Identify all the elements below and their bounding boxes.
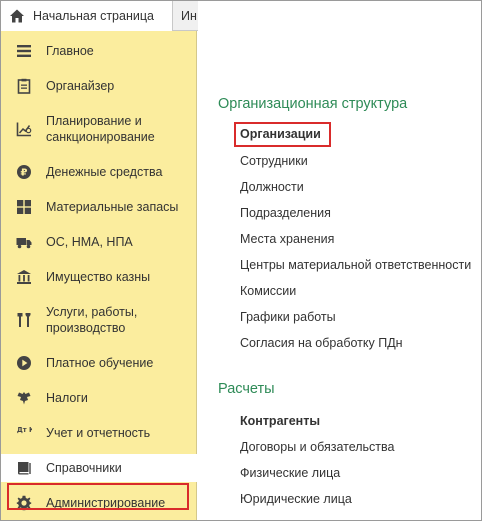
building-icon	[15, 268, 33, 286]
menu-lines-icon	[15, 42, 33, 60]
section-title-org-structure: Организационная структура	[218, 96, 408, 112]
tools-icon	[15, 311, 33, 329]
truck-icon	[15, 233, 33, 251]
sidebar-item-label: Органайзер	[46, 79, 115, 93]
dt-kt-icon: Дт Кт	[15, 424, 33, 442]
gear-icon	[15, 494, 33, 512]
link-departments[interactable]: Подразделения	[240, 206, 331, 220]
book-icon	[15, 459, 33, 477]
link-work-schedules[interactable]: Графики работы	[240, 310, 336, 324]
sidebar-item-label: Платное обучение	[46, 356, 154, 370]
clipboard-icon	[15, 77, 33, 95]
sidebar-item-organizer[interactable]: Органайзер	[1, 74, 197, 98]
sidebar-item-label: Главное	[46, 44, 94, 58]
link-legal-entities[interactable]: Юридические лица	[240, 492, 352, 506]
content-panel: Организационная структура Организации Со…	[198, 1, 481, 520]
sidebar-item-label: Налоги	[46, 391, 88, 405]
sidebar-item-main[interactable]: Главное	[1, 39, 197, 63]
sidebar-item-accounting[interactable]: Дт Кт Учет и отчетность	[1, 421, 197, 445]
organizations-highlight	[234, 122, 331, 147]
link-counterparties[interactable]: Контрагенты	[240, 414, 320, 428]
sidebar-item-label: Учет и отчетность	[46, 426, 151, 440]
svg-text:Дт Кт: Дт Кт	[17, 426, 32, 434]
chart-growth-icon	[15, 120, 33, 138]
link-storage-places[interactable]: Места хранения	[240, 232, 334, 246]
sidebar-item-fixed-assets[interactable]: ОС, НМА, НПА	[1, 230, 197, 254]
app-window: Начальная страница Ин Главное Органайзер…	[0, 0, 482, 521]
link-pd-consents[interactable]: Согласия на обработку ПДн	[240, 336, 403, 350]
grid-icon	[15, 198, 33, 216]
sidebar-item-directories[interactable]: Справочники	[1, 454, 197, 482]
sidebar-item-label: Планирование и санкционирование	[46, 114, 155, 144]
sidebar-item-label: Денежные средства	[46, 165, 163, 179]
sidebar-item-paid-education[interactable]: Платное обучение	[1, 351, 197, 375]
sidebar-item-treasury[interactable]: Имущество казны	[1, 265, 197, 289]
tab-home[interactable]: Начальная страница	[1, 1, 173, 31]
tab-bar: Начальная страница Ин	[1, 1, 201, 31]
sidebar: Главное Органайзер Планирование и санкци…	[1, 31, 197, 520]
link-responsibility-centers[interactable]: Центры материальной ответственности	[240, 258, 471, 272]
sidebar-item-services[interactable]: Услуги, работы, производство	[1, 302, 197, 338]
sidebar-item-label: ОС, НМА, НПА	[46, 235, 133, 249]
sidebar-item-administration[interactable]: Администрирование	[1, 491, 197, 515]
sidebar-item-inventory[interactable]: Материальные запасы	[1, 195, 197, 219]
sidebar-item-label: Материальные запасы	[46, 200, 179, 214]
tab-next-label: Ин	[181, 9, 197, 23]
link-contracts[interactable]: Договоры и обязательства	[240, 440, 394, 454]
home-icon	[10, 9, 24, 23]
coin-icon: ₽	[15, 163, 33, 181]
link-employees[interactable]: Сотрудники	[240, 154, 308, 168]
sidebar-item-label: Имущество казны	[46, 270, 151, 284]
link-individuals[interactable]: Физические лица	[240, 466, 340, 480]
sidebar-item-taxes[interactable]: Налоги	[1, 386, 197, 410]
link-commissions[interactable]: Комиссии	[240, 284, 296, 298]
sidebar-item-label: Услуги, работы, производство	[46, 305, 138, 335]
section-title-settlements: Расчеты	[218, 381, 275, 397]
link-positions[interactable]: Должности	[240, 180, 304, 194]
sidebar-item-label: Справочники	[46, 461, 122, 475]
play-circle-icon	[15, 354, 33, 372]
tab-home-label: Начальная страница	[33, 9, 154, 23]
eagle-icon	[15, 389, 33, 407]
sidebar-item-planning[interactable]: Планирование и санкционирование	[1, 111, 197, 147]
sidebar-item-label: Администрирование	[46, 496, 166, 510]
sidebar-item-cash[interactable]: ₽ Денежные средства	[1, 160, 197, 184]
svg-text:₽: ₽	[21, 168, 28, 179]
